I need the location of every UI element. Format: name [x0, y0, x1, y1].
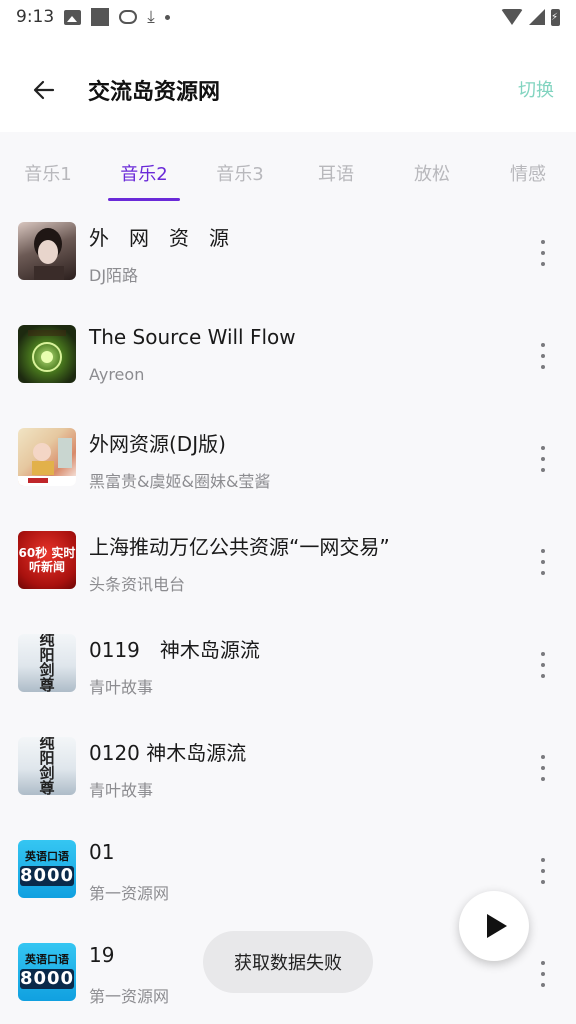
play-button[interactable] — [459, 891, 529, 961]
track-title: 外 网 资 源 — [89, 226, 229, 250]
track-artist: 头条资讯电台 — [89, 575, 186, 594]
album-art: 英语口语 8000 — [18, 840, 76, 898]
status-time: 9:13 — [16, 7, 55, 27]
track-title: 0119 神木岛源流 — [89, 638, 260, 662]
tab-emotion[interactable]: 情感 — [480, 132, 576, 202]
green-orb-art — [28, 330, 66, 372]
album-art — [18, 428, 76, 486]
collage-art — [18, 438, 76, 486]
track-item[interactable]: 外网资源(DJ版) 黑富贵&虞姬&圈妹&莹酱 — [0, 406, 576, 509]
more-vertical-icon[interactable] — [532, 238, 554, 268]
track-title: 外网资源(DJ版) — [89, 432, 226, 456]
album-art-text: 纯阳剑尊 — [39, 634, 55, 692]
track-item[interactable]: 外 网 资 源 DJ陌路 — [0, 200, 576, 303]
tab-relax[interactable]: 放松 — [384, 132, 480, 202]
track-artist: 黑富贵&虞姬&圈妹&莹酱 — [89, 472, 271, 491]
arrow-left-icon — [33, 80, 55, 100]
play-icon — [486, 914, 507, 938]
track-title: 19 — [89, 943, 115, 967]
track-artist: 青叶故事 — [89, 781, 154, 800]
album-art: 纯阳剑尊 — [18, 737, 76, 795]
image-icon — [64, 9, 82, 25]
album-art — [18, 325, 76, 383]
square-icon — [91, 8, 110, 26]
app-bar: 交流岛资源网 切换 — [0, 34, 576, 132]
album-art: 英语口语 8000 — [18, 943, 76, 1001]
category-tabs: 音乐1 音乐2 音乐3 耳语 放松 情感 — [0, 132, 576, 202]
track-title: 0120 神木岛源流 — [89, 741, 247, 765]
album-art-text: 英语口语 — [25, 953, 69, 966]
track-item[interactable]: 纯阳剑尊 0120 神木岛源流 青叶故事 — [0, 715, 576, 818]
more-vertical-icon[interactable] — [532, 959, 554, 989]
track-artist: DJ陌路 — [89, 266, 139, 285]
signal-icon — [529, 9, 545, 25]
tab-whisper[interactable]: 耳语 — [288, 132, 384, 202]
toast-message: 获取数据失败 — [203, 931, 373, 993]
track-item[interactable]: 纯阳剑尊 0119 神木岛源流 青叶故事 — [0, 612, 576, 715]
portrait-art — [34, 228, 64, 280]
track-artist: Ayreon — [89, 365, 145, 384]
more-vertical-icon[interactable] — [532, 547, 554, 577]
album-art: 60秒 实时听新闻 — [18, 531, 76, 589]
track-artist: 青叶故事 — [89, 678, 154, 697]
album-art: 纯阳剑尊 — [18, 634, 76, 692]
more-vertical-icon[interactable] — [532, 444, 554, 474]
album-art-number: 8000 — [19, 968, 75, 989]
album-art-number: 8000 — [19, 865, 75, 886]
track-item[interactable]: The Source Will Flow Ayreon — [0, 303, 576, 406]
more-vertical-icon[interactable] — [532, 341, 554, 371]
album-art-text: 英语口语 — [25, 850, 69, 863]
page-title: 交流岛资源网 — [88, 80, 221, 105]
track-title: 上海推动万亿公共资源“一网交易” — [89, 535, 390, 559]
album-art-text: 纯阳剑尊 — [39, 737, 55, 795]
album-art — [18, 222, 76, 280]
track-artist: 第一资源网 — [89, 987, 170, 1006]
battery-charging-icon — [551, 8, 560, 26]
back-button[interactable] — [22, 68, 66, 112]
status-bar: 9:13 ⤓ — [0, 0, 576, 34]
download-icon: ⤓ — [147, 7, 155, 27]
switch-button[interactable]: 切换 — [518, 76, 554, 102]
track-artist: 第一资源网 — [89, 884, 170, 903]
track-item[interactable]: 60秒 实时听新闻 上海推动万亿公共资源“一网交易” 头条资讯电台 — [0, 509, 576, 612]
more-vertical-icon[interactable] — [532, 856, 554, 886]
tab-music-1[interactable]: 音乐1 — [0, 132, 96, 202]
tab-music-2[interactable]: 音乐2 — [96, 132, 192, 202]
more-vertical-icon[interactable] — [532, 650, 554, 680]
track-title: The Source Will Flow — [89, 325, 296, 349]
wifi-icon — [501, 9, 523, 25]
track-title: 01 — [89, 840, 115, 864]
dot-icon — [164, 14, 170, 20]
tab-music-3[interactable]: 音乐3 — [192, 132, 288, 202]
cloud-icon — [119, 10, 138, 24]
more-vertical-icon[interactable] — [532, 753, 554, 783]
